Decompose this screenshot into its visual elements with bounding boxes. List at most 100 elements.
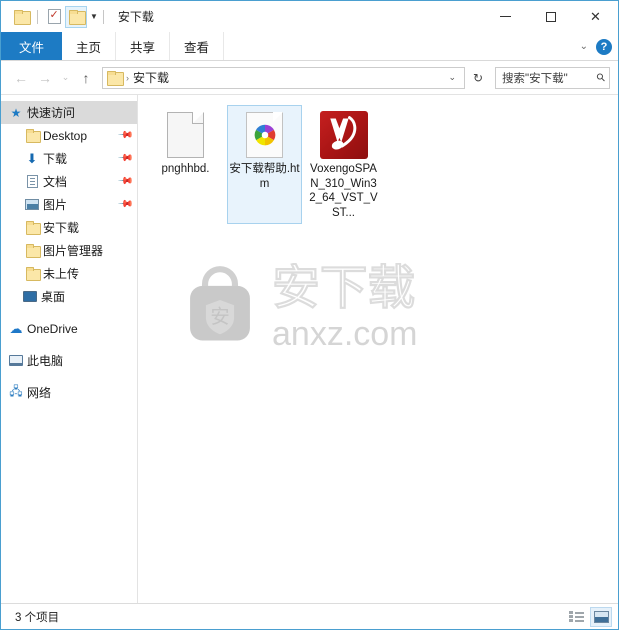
sidebar-item-label: 图片管理器 (43, 244, 104, 258)
pin-icon[interactable]: 📌 (116, 127, 133, 144)
html-document-icon (246, 108, 283, 162)
chevron-down-icon[interactable]: ▼ (90, 12, 98, 21)
file-item-voxengo-span[interactable]: VoxengoSPAN_310_Win32_64_VST_VST... (306, 105, 381, 224)
document-icon (21, 175, 43, 188)
title-bar: ▼ 安下载 ✕ (1, 1, 618, 32)
quick-access-toolbar: ▼ (1, 5, 109, 28)
pin-icon[interactable]: 📌 (116, 173, 133, 190)
details-view-icon (568, 611, 584, 622)
ribbon-right-controls: ⌄ ? (580, 32, 612, 61)
breadcrumb-separator: › (126, 72, 129, 83)
star-icon: ★ (10, 105, 22, 120)
file-grid: pnghhbd. 安下载帮助.htm VoxengoSPAN_310_Win32… (138, 95, 618, 224)
refresh-button[interactable]: ↻ (467, 67, 489, 89)
sidebar-item-label: 桌面 (41, 290, 66, 304)
tab-home[interactable]: 主页 (62, 32, 117, 60)
chevron-down-icon[interactable]: ⌄ (580, 41, 588, 52)
navigation-pane: ★ 快速访问 Desktop 📌 ⬇ 下载 📌 文档 📌 图片 📌 安下载 图片… (1, 95, 138, 603)
maximize-button[interactable] (528, 1, 573, 32)
voxengo-glyph (329, 116, 356, 150)
watermark-text: 安下载 anxz.com (270, 263, 454, 351)
forward-button[interactable]: → (33, 66, 57, 90)
large-icons-view-icon (593, 610, 609, 623)
sidebar-item-desktop-en[interactable]: Desktop 📌 (1, 124, 137, 147)
sidebar-item-desktop-cn[interactable]: 桌面 (1, 285, 137, 308)
sidebar-item-not-uploaded[interactable]: 未上传 (1, 262, 137, 285)
window-controls: ✕ (483, 1, 618, 32)
up-button[interactable]: ↑ (74, 66, 98, 90)
back-button[interactable]: ← (9, 66, 33, 90)
search-icon[interactable]: ⚲ (594, 70, 608, 85)
download-icon: ⬇ (26, 151, 38, 166)
file-explorer-window: ▼ 安下载 ✕ 文件 主页 共享 查看 ⌄ ? ← → ⌄ ↑ › 安下载 (0, 0, 619, 630)
folder-icon[interactable] (10, 6, 32, 28)
sidebar-item-this-pc[interactable]: 此电脑 (1, 349, 137, 372)
file-list-pane[interactable]: pnghhbd. 安下载帮助.htm VoxengoSPAN_310_Win32… (138, 95, 618, 603)
sidebar-item-picture-manager[interactable]: 图片管理器 (1, 239, 137, 262)
item-count: 3 个项目 (15, 611, 60, 624)
sidebar-item-documents[interactable]: 文档 📌 (1, 170, 137, 193)
file-name: 安下载帮助.htm (229, 163, 300, 190)
folder-icon (21, 266, 43, 281)
file-name: VoxengoSPAN_310_Win32_64_VST_VST... (309, 163, 378, 219)
sidebar-item-label: Desktop (43, 128, 88, 143)
sidebar-item-anxiazai[interactable]: 安下载 (1, 216, 137, 239)
toolbar-divider-2 (102, 9, 104, 24)
view-toggle-group (565, 606, 612, 627)
chevron-down-icon[interactable]: ⌄ (448, 72, 462, 83)
sidebar-item-label: 安下载 (43, 221, 80, 235)
new-folder-icon[interactable] (65, 5, 87, 28)
folder-icon (21, 220, 43, 235)
pin-icon[interactable]: 📌 (116, 150, 133, 167)
search-input[interactable]: 搜索"安下载" ⚲ (495, 66, 610, 89)
sidebar-item-label: 文档 (43, 175, 68, 189)
breadcrumb-current[interactable]: 安下载 (133, 69, 169, 86)
properties-icon[interactable] (43, 6, 65, 28)
svg-text:安: 安 (210, 306, 229, 328)
sidebar-item-downloads[interactable]: ⬇ 下载 📌 (1, 147, 137, 170)
close-button[interactable]: ✕ (573, 1, 618, 32)
details-view-button[interactable] (565, 607, 587, 627)
desktop-icon (19, 291, 41, 302)
large-icons-view-button[interactable] (590, 606, 612, 627)
folder-icon (21, 243, 43, 258)
sidebar-item-pictures[interactable]: 图片 📌 (1, 193, 137, 216)
breadcrumb[interactable]: › 安下载 (107, 69, 169, 86)
tab-share[interactable]: 共享 (116, 32, 171, 60)
watermark-domain: anxz.com (272, 315, 418, 353)
tab-view[interactable]: 查看 (170, 32, 225, 60)
sidebar-item-label: 快速访问 (27, 106, 76, 120)
window-title: 安下载 (117, 10, 154, 24)
minimize-button[interactable] (483, 1, 528, 32)
search-placeholder: 搜索"安下载" (502, 72, 568, 85)
tab-file[interactable]: 文件 (1, 32, 63, 60)
pictures-icon (21, 199, 43, 210)
address-field[interactable]: › 安下载 ⌄ (102, 66, 465, 89)
network-icon: 🖧 (9, 384, 23, 398)
file-item-anxiazai-help[interactable]: 安下载帮助.htm (227, 105, 302, 224)
sidebar-item-label: OneDrive (27, 321, 78, 336)
file-item-pnghhbd[interactable]: pnghhbd. (148, 105, 223, 224)
address-bar: ← → ⌄ ↑ › 安下载 ⌄ ↻ 搜索"安下载" ⚲ (1, 61, 618, 94)
folder-icon (107, 71, 124, 86)
blank-document-icon (167, 108, 204, 162)
sidebar-item-quick-access[interactable]: ★ 快速访问 (1, 101, 137, 124)
watermark-brand-cn-text: 安下载 (272, 263, 415, 315)
sidebar-item-label: 图片 (43, 198, 68, 212)
sidebar-item-label: 网络 (27, 386, 52, 400)
recent-locations-button[interactable]: ⌄ (57, 66, 74, 90)
watermark: 安 安下载 anxz.com (176, 263, 454, 351)
anxz-bag-icon: 安 (190, 266, 250, 341)
voxengo-app-icon (319, 108, 368, 162)
ribbon-tab-bar: 文件 主页 共享 查看 ⌄ ? (1, 32, 618, 61)
sidebar-item-onedrive[interactable]: ☁ OneDrive (1, 317, 137, 340)
sidebar-item-network[interactable]: 🖧 网络 (1, 381, 137, 404)
sidebar-item-label: 此电脑 (27, 354, 64, 368)
pinwheel-glyph (254, 124, 275, 146)
sidebar-item-label: 未上传 (43, 267, 80, 281)
sidebar-item-label: 下载 (43, 152, 68, 166)
cloud-icon: ☁ (9, 321, 23, 336)
pin-icon[interactable]: 📌 (116, 196, 133, 213)
help-icon[interactable]: ? (596, 38, 612, 55)
explorer-body: ★ 快速访问 Desktop 📌 ⬇ 下载 📌 文档 📌 图片 📌 安下载 图片… (1, 94, 618, 603)
